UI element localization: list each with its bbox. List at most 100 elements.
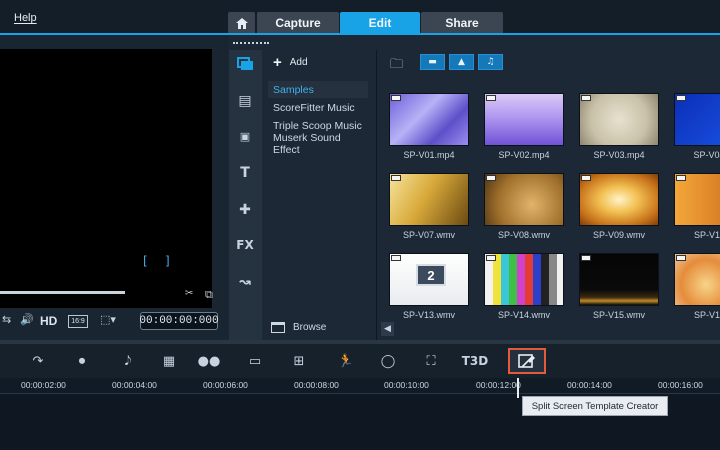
pan-zoom-icon[interactable]: ⛶ — [419, 350, 443, 372]
video-badge-icon — [391, 255, 401, 261]
timeline-toolbar — [0, 344, 720, 379]
thumbnail-label: SP-V01.mp4 — [403, 150, 455, 160]
time-remapping-icon[interactable]: 🏃 — [334, 350, 358, 372]
time-tick: 00:00:06:00 — [203, 380, 248, 390]
preview-window[interactable] — [0, 49, 212, 308]
video-badge-icon — [676, 175, 686, 181]
media-category-icon[interactable] — [235, 55, 255, 73]
scroll-left-button[interactable]: ◀ — [381, 322, 394, 336]
thumbnail-image — [484, 93, 564, 146]
thumbnail-image — [579, 253, 659, 306]
media-thumbnail[interactable]: SP-V01.mp4 — [389, 93, 469, 163]
panel-grip[interactable] — [233, 42, 269, 45]
add-label: Add — [289, 57, 308, 68]
add-folder-button[interactable]: + Add — [273, 54, 308, 71]
tab-edit[interactable]: Edit — [340, 12, 420, 34]
time-tick: 00:00:10:00 — [384, 380, 429, 390]
path-icon[interactable]: ↝ — [235, 273, 255, 291]
thumbnail-image — [484, 173, 564, 226]
timeline-ruler[interactable] — [0, 378, 720, 394]
auto-music-icon[interactable]: ▦ — [157, 350, 181, 372]
media-thumbnail[interactable]: SP-V03.mp4 — [579, 93, 659, 163]
tab-capture[interactable]: Capture — [257, 12, 339, 34]
graphics-icon[interactable]: ✚ — [235, 201, 255, 219]
redo-icon[interactable]: ↷ — [26, 350, 50, 372]
repeat-icon[interactable]: ⇆ — [2, 313, 11, 326]
folder-item[interactable]: ScoreFitter Music — [268, 99, 368, 116]
mark-in-icon[interactable]: [ — [143, 254, 148, 268]
fx-filter-icon[interactable]: FX — [235, 236, 255, 254]
playhead-cursor[interactable] — [517, 378, 519, 398]
folder-item[interactable]: Samples — [268, 81, 368, 98]
video-badge-icon — [486, 95, 496, 101]
volume-icon[interactable]: 🔊 — [20, 313, 34, 326]
thumbnail-label: SP-V16.w — [693, 310, 720, 320]
home-icon — [235, 17, 248, 29]
thumbnail-label: SP-V15.wmv — [592, 310, 645, 320]
split-screen-template-button[interactable] — [508, 348, 546, 374]
browse-icon — [271, 322, 285, 333]
thumbnail-label: SP-V10.w — [693, 230, 720, 240]
hd-toggle[interactable]: HD — [40, 314, 57, 328]
video-badge-icon — [676, 255, 686, 261]
split-clip-icon[interactable]: ✂ — [185, 288, 193, 299]
show-photos-icon[interactable]: ▲ — [449, 54, 474, 70]
time-tick: 00:00:02:00 — [21, 380, 66, 390]
media-thumbnail[interactable]: SP-V09.wmv — [579, 173, 659, 243]
motion-tracking-icon[interactable]: ●● — [197, 350, 221, 372]
tab-home[interactable] — [228, 12, 255, 34]
media-thumbnail[interactable]: SP-V04.m — [674, 93, 720, 163]
mask-creator-icon[interactable]: ◯ — [376, 350, 400, 372]
time-tick: 00:00:16:00 — [658, 380, 703, 390]
thumbnail-image — [484, 253, 564, 306]
3d-title-editor-button[interactable]: T3D — [462, 350, 489, 372]
media-thumbnail[interactable]: SP-V07.wmv — [389, 173, 469, 243]
video-badge-icon — [581, 95, 591, 101]
media-thumbnail[interactable]: SP-V08.wmv — [484, 173, 564, 243]
time-tick: 00:00:08:00 — [294, 380, 339, 390]
multi-camera-icon[interactable]: ⊞ — [287, 350, 311, 372]
tooltip: Split Screen Template Creator — [522, 396, 668, 416]
media-thumbnail[interactable]: SP-V15.wmv — [579, 253, 659, 323]
sound-mixer-icon[interactable]: 𝅘𝅥𝅮 — [116, 350, 140, 372]
show-videos-icon[interactable]: ▬ — [420, 54, 445, 70]
folder-item[interactable]: Muserk Sound Effect — [268, 132, 368, 156]
time-tick: 00:00:12:00 — [476, 380, 521, 390]
show-audio-icon[interactable]: ♫ — [478, 54, 503, 70]
browse-button[interactable]: Browse — [271, 322, 326, 333]
playback-scrubber[interactable] — [0, 291, 125, 294]
timecode-display[interactable]: 00:00:00:000 — [139, 312, 219, 330]
thumbnail-label: SP-V14.wmv — [497, 310, 550, 320]
video-badge-icon — [581, 175, 591, 181]
import-folder-icon[interactable]: 🗀 — [390, 55, 408, 72]
crop-dropdown-icon[interactable]: ⬚▾ — [100, 313, 116, 326]
thumbnail-image — [579, 93, 659, 146]
video-badge-icon — [486, 255, 496, 261]
subtitle-editor-icon[interactable]: ▭ — [243, 350, 267, 372]
transition-icon[interactable]: ▣ — [235, 127, 255, 145]
media-thumbnail[interactable]: SP-V10.w — [674, 173, 720, 243]
media-thumbnail[interactable]: SP-V16.w — [674, 253, 720, 323]
title-icon[interactable]: T — [235, 164, 255, 182]
thumbnail-image — [389, 93, 469, 146]
enlarge-preview-icon[interactable]: ⧉ — [205, 288, 213, 302]
thumbnail-label: SP-V08.wmv — [497, 230, 550, 240]
time-tick: 00:00:04:00 — [112, 380, 157, 390]
mark-out-icon[interactable]: ] — [165, 254, 170, 268]
time-tick: 00:00:14:00 — [567, 380, 612, 390]
media-filter-bar: 🗀 ▬ ▲ ♫ — [390, 54, 503, 72]
menu-help[interactable]: Help — [14, 12, 37, 24]
aspect-ratio-button[interactable]: 16:9 — [68, 315, 88, 328]
media-thumbnail[interactable]: 2 SP-V13.wmv — [389, 253, 469, 323]
thumbnail-image — [579, 173, 659, 226]
media-thumbnail[interactable]: SP-V14.wmv — [484, 253, 564, 323]
record-capture-icon[interactable]: ⏺ — [70, 350, 94, 372]
instant-project-icon[interactable]: ▤ — [235, 92, 255, 110]
plus-icon: + — [273, 54, 282, 71]
thumbnail-label: SP-V07.wmv — [402, 230, 455, 240]
video-badge-icon — [676, 95, 686, 101]
tab-share[interactable]: Share — [421, 12, 503, 34]
media-thumbnail[interactable]: SP-V02.mp4 — [484, 93, 564, 163]
preview-panel — [0, 35, 229, 340]
thumbnail-image: 2 — [389, 253, 469, 306]
